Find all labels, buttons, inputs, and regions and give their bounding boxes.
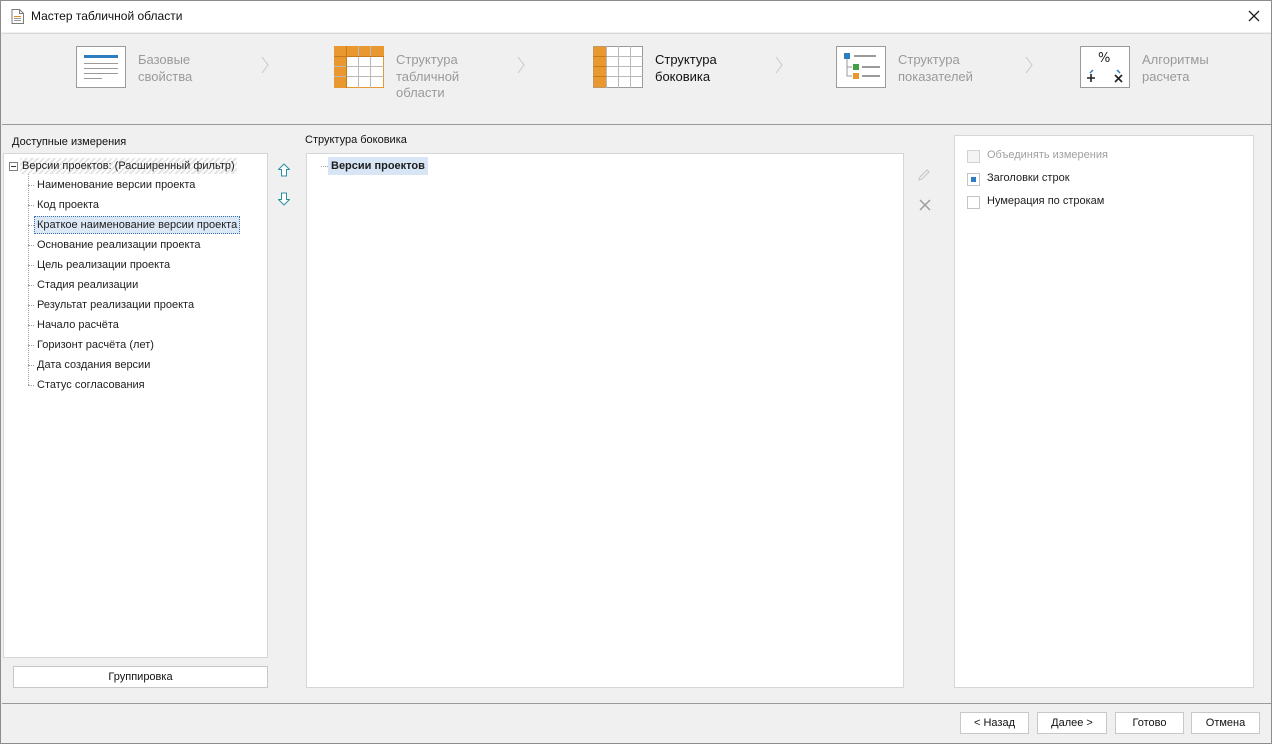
title-bar: Мастер табличной области: [1, 1, 1271, 32]
tree-item-label[interactable]: Результат реализации проекта: [34, 296, 197, 314]
step-label: Структура боковика: [655, 52, 717, 84]
collapse-toggle-icon[interactable]: [9, 162, 18, 171]
checkbox-box[interactable]: [967, 173, 980, 186]
step-label: Базовые свойства: [138, 52, 193, 84]
tree-item-label[interactable]: Горизонт расчёта (лет): [34, 336, 157, 354]
tree-root-label[interactable]: Версии проектов: (Расширенный фильтр): [20, 158, 237, 174]
tree-item-label[interactable]: Статус согласования: [34, 376, 148, 394]
next-button[interactable]: Далее >: [1037, 712, 1107, 734]
delete-icon[interactable]: [918, 198, 932, 212]
checkbox-label[interactable]: Заголовки строк: [987, 172, 1070, 184]
svg-text:%: %: [1098, 51, 1110, 66]
wizard-window: Мастер табличной области Базовые свойств…: [0, 0, 1272, 744]
chevron-right-icon: [261, 56, 269, 74]
sidebar-structure-label: Структура боковика: [305, 134, 407, 146]
chevron-right-icon: [1025, 56, 1033, 74]
checkbox-label: Объединять измерения: [987, 149, 1108, 161]
step-label: Алгоритмы расчета: [1142, 52, 1209, 84]
table-structure-icon: [334, 46, 384, 88]
chevron-right-icon: [775, 56, 783, 74]
arrow-up-icon[interactable]: [277, 163, 291, 177]
sidebar-structure-icon: [593, 46, 643, 88]
tree-item-label[interactable]: Начало расчёта: [34, 316, 122, 334]
chevron-right-icon: [517, 56, 525, 74]
options-panel: Объединять измерения Заголовки строк Нум…: [954, 135, 1254, 688]
wizard-steps: Базовые свойства Структура табличной обл…: [2, 33, 1271, 125]
document-icon: [11, 9, 24, 24]
arrow-down-icon[interactable]: [277, 192, 291, 206]
step-label: Структура табличной области: [396, 52, 460, 100]
tree-item-label[interactable]: Краткое наименование версии проекта: [34, 216, 241, 234]
edit-icon[interactable]: [917, 168, 931, 182]
checkbox-label[interactable]: Нумерация по строкам: [987, 195, 1104, 207]
tree-item-label[interactable]: Стадия реализации: [34, 276, 141, 294]
tree-item-label[interactable]: Основание реализации проекта: [34, 236, 203, 254]
grouping-button[interactable]: Группировка: [13, 666, 268, 688]
indicators-structure-icon: [836, 46, 886, 88]
dialog-footer: < Назад Далее > Готово Отмена: [2, 703, 1271, 743]
available-dimensions-tree[interactable]: Версии проектов: (Расширенный фильтр) На…: [3, 153, 268, 658]
basic-properties-icon: [76, 46, 126, 88]
tree-item-label[interactable]: Наименование версии проекта: [34, 176, 198, 194]
tree-item-label[interactable]: Код проекта: [34, 196, 102, 214]
done-button[interactable]: Готово: [1115, 712, 1184, 734]
window-title: Мастер табличной области: [31, 9, 183, 23]
structure-item-label[interactable]: Версии проектов: [328, 157, 428, 175]
calculation-algorithms-icon: %: [1080, 46, 1130, 88]
checkbox-box[interactable]: [967, 196, 980, 209]
back-button[interactable]: < Назад: [960, 712, 1029, 734]
step-label: Структура показателей: [898, 52, 973, 84]
tree-item-label[interactable]: Цель реализации проекта: [34, 256, 173, 274]
available-dimensions-label: Доступные измерения: [12, 136, 127, 148]
cancel-button[interactable]: Отмена: [1191, 712, 1260, 734]
sidebar-structure-tree[interactable]: Версии проектов: [306, 153, 904, 688]
tree-item-label[interactable]: Дата создания версии: [34, 356, 153, 374]
close-icon[interactable]: [1245, 7, 1263, 25]
checkbox-box: [967, 150, 980, 163]
